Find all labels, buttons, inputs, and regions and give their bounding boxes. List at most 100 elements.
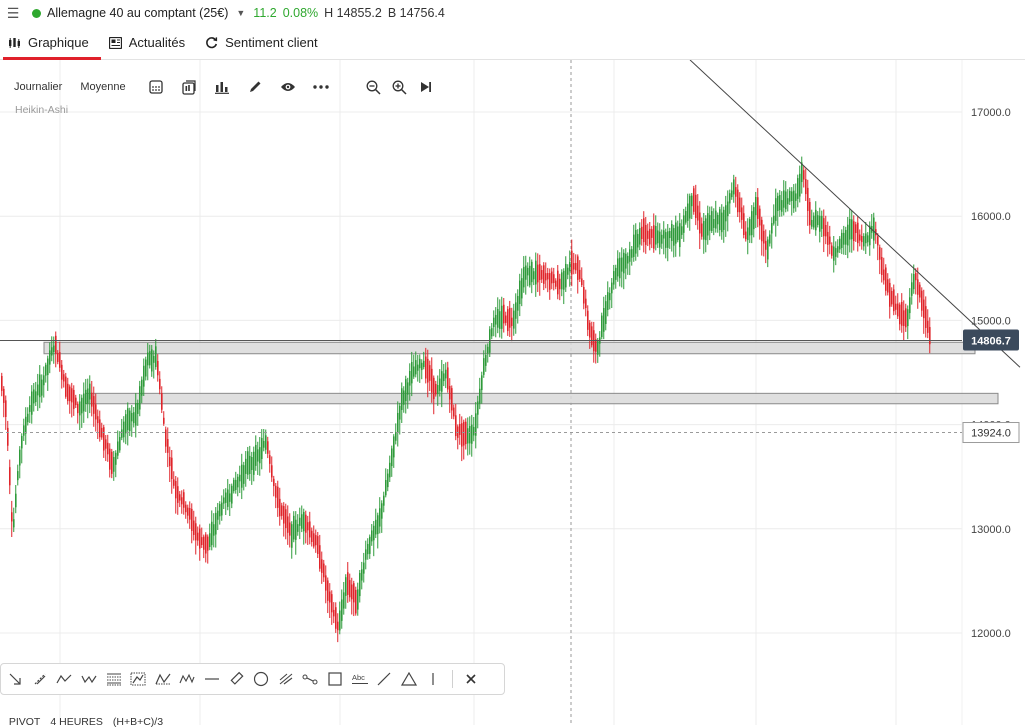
candle-body [849, 218, 851, 240]
candle-body [381, 503, 383, 519]
candle-body [355, 589, 357, 614]
candle-body [671, 224, 673, 242]
candle [683, 208, 685, 242]
skip-end-icon[interactable] [414, 76, 438, 98]
text-abc-icon[interactable]: Abc [347, 667, 372, 691]
candle-body [113, 457, 115, 472]
candle [307, 515, 309, 545]
candle [357, 582, 359, 616]
arrow-diagonal-icon[interactable] [3, 667, 28, 691]
candle [921, 287, 923, 317]
hamburger-icon[interactable]: ☰ [2, 5, 24, 22]
gann-box-icon[interactable] [126, 667, 151, 691]
tab-graphique[interactable]: Graphique [0, 26, 101, 60]
candle [221, 495, 223, 521]
horizontal-line-icon[interactable] [200, 667, 225, 691]
candle-body [761, 219, 763, 242]
candle-body [775, 198, 777, 221]
candle-body [683, 215, 685, 233]
tab-sentiment-client[interactable]: Sentiment client [197, 26, 330, 59]
y-tick-label: 17000.0 [971, 107, 1011, 119]
candle-body [247, 451, 249, 475]
candle-body [303, 512, 305, 532]
rectangle-icon[interactable] [323, 667, 348, 691]
elliott-wave-icon[interactable] [77, 667, 102, 691]
candle [391, 445, 393, 477]
candle-body [743, 213, 745, 235]
candle [87, 378, 89, 419]
candle-body [363, 562, 365, 574]
circle-icon[interactable] [249, 667, 274, 691]
trend-line-icon[interactable] [372, 667, 397, 691]
candle [897, 293, 899, 320]
fibonacci-icon[interactable] [101, 667, 126, 691]
candle-body [575, 262, 577, 271]
candle-body [295, 519, 297, 540]
triangle-pattern-icon[interactable] [151, 667, 176, 691]
candle-type-icon[interactable] [144, 76, 168, 98]
chart-grid [0, 60, 963, 725]
pivot-label[interactable]: PIVOT [9, 716, 41, 728]
candle [21, 433, 23, 464]
close-icon[interactable] [459, 667, 484, 691]
candle-body [885, 267, 887, 291]
candle-body [1, 375, 3, 391]
candle-body [919, 284, 921, 298]
candle-body [845, 230, 847, 245]
candle [799, 165, 801, 203]
candle [687, 193, 689, 228]
pencil-icon[interactable] [243, 76, 267, 98]
triangle-icon[interactable] [397, 667, 422, 691]
candle [577, 254, 579, 294]
pivot-period[interactable]: 4 HEURES [50, 716, 103, 728]
candle [71, 382, 73, 418]
zoom-in-icon[interactable] [388, 76, 412, 98]
vertical-line-icon[interactable] [421, 667, 446, 691]
session-low: B 14756.4 [387, 6, 445, 20]
chevron-down-icon[interactable]: ▼ [236, 8, 245, 18]
candle-body [581, 278, 583, 286]
pitchfork-icon[interactable] [274, 667, 299, 691]
candle [65, 372, 67, 399]
candle-body [449, 385, 451, 400]
candle-body [359, 572, 361, 597]
layout-icon[interactable] [177, 76, 201, 98]
candle-body [53, 345, 55, 353]
zigzag-icon[interactable] [52, 667, 77, 691]
candle [825, 215, 827, 245]
ray-icon[interactable] [28, 667, 53, 691]
ruler-icon[interactable] [224, 667, 249, 691]
candle [427, 349, 429, 398]
period-selector[interactable]: Journalier [14, 81, 62, 93]
candle [161, 386, 163, 414]
candle [375, 508, 377, 539]
candle-body [659, 231, 661, 248]
price-chart[interactable]: 17000.016000.015000.014000.013000.012000… [0, 60, 1025, 725]
candle-body [925, 306, 927, 328]
more-icon[interactable] [309, 76, 333, 98]
harmonic-pattern-icon[interactable] [175, 667, 200, 691]
candle [323, 559, 325, 582]
candle [439, 369, 441, 397]
candle-body [335, 607, 337, 629]
candle [279, 487, 281, 526]
instrument-name[interactable]: Allemagne 40 au comptant (25€) [47, 6, 228, 20]
indicator-selector[interactable]: Moyenne [80, 81, 125, 93]
candle [797, 174, 799, 208]
candle [611, 278, 613, 309]
eye-icon[interactable] [276, 76, 300, 98]
candle-body [323, 563, 325, 578]
candle-body [185, 504, 187, 513]
candle-body [289, 522, 291, 536]
zoom-out-icon[interactable] [362, 76, 386, 98]
candle [765, 229, 767, 264]
candle-body [595, 339, 597, 352]
candle-body [497, 308, 499, 328]
candle-body [205, 534, 207, 554]
candle-body [229, 493, 231, 502]
node-line-icon[interactable] [298, 667, 323, 691]
candle-body [647, 230, 649, 239]
tab-actualites[interactable]: Actualités [101, 26, 197, 59]
bar-chart-icon[interactable] [210, 76, 234, 98]
candle [269, 450, 271, 473]
